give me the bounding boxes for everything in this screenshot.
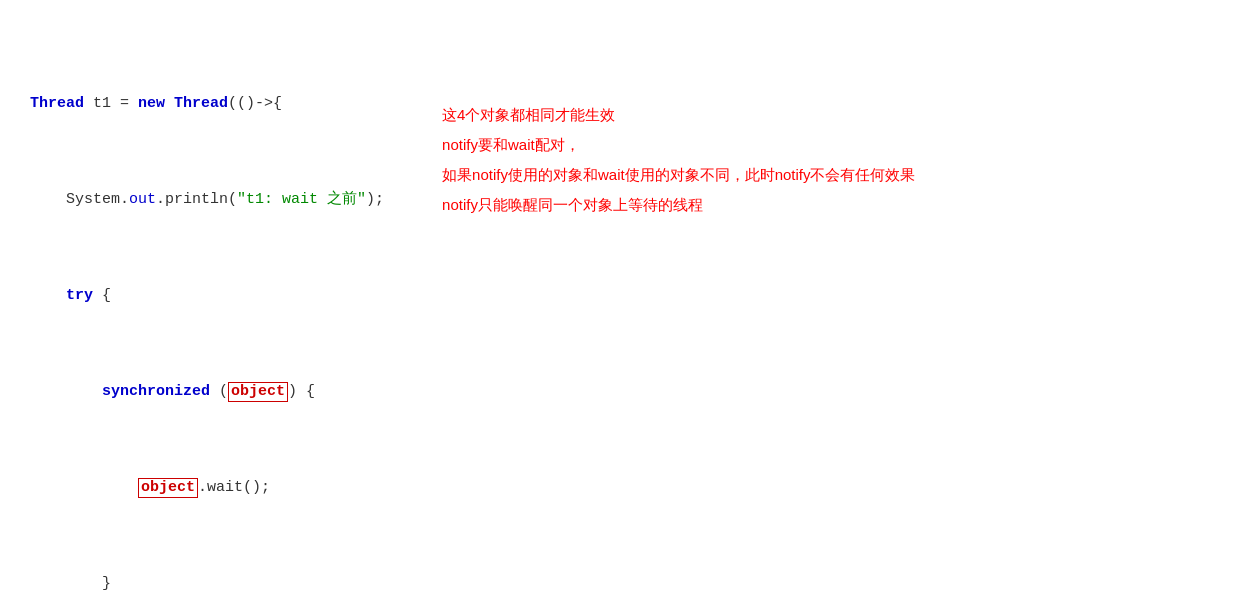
main-container: Thread t1 = new Thread(()->{ System.out.… (30, 20, 1215, 594)
code-line-2: System.out.println("t1: wait 之前"); (30, 188, 402, 212)
code-line-1: Thread t1 = new Thread(()->{ (30, 92, 402, 116)
code-line-4: synchronized (object) { (30, 380, 402, 404)
annotation-line-4: notify只能唤醒同一个对象上等待的线程 (442, 190, 1215, 220)
code-line-5: object.wait(); (30, 476, 402, 500)
annotation-block: 这4个对象都相同才能生效 notify要和wait配对， 如果notify使用的… (442, 20, 1215, 220)
annotation-line-1: 这4个对象都相同才能生效 (442, 100, 1215, 130)
annotation-line-3: 如果notify使用的对象和wait使用的对象不同，此时notify不会有任何效… (442, 160, 1215, 190)
annotation-line-2: notify要和wait配对， (442, 130, 1215, 160)
code-line-6: } (30, 572, 402, 594)
code-block: Thread t1 = new Thread(()->{ System.out.… (30, 20, 402, 594)
code-line-3: try { (30, 284, 402, 308)
